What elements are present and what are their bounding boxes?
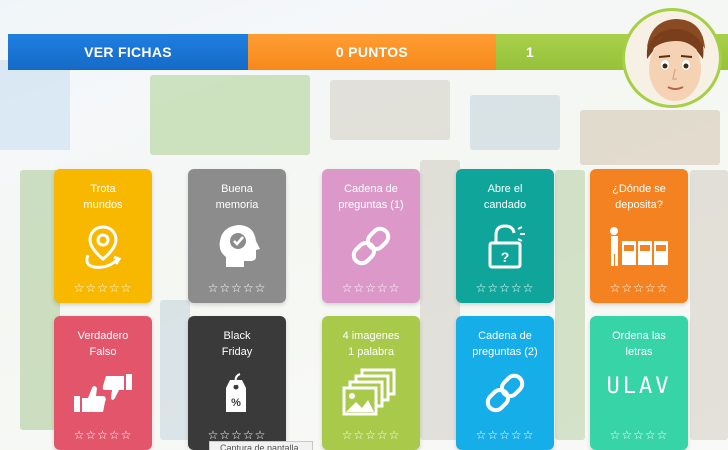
card-4-imagenes-1-palabra[interactable]: 4 imagenes 1 palabra ☆☆☆☆☆: [322, 316, 420, 450]
card-title: Cadena de preguntas (2): [472, 330, 538, 358]
card-title: Abre el candado: [483, 183, 527, 211]
card-title: Black Friday: [221, 330, 253, 358]
recycle-bins-icon: [610, 227, 668, 266]
rating-stars: ☆☆☆☆☆: [341, 281, 401, 295]
avatar[interactable]: [622, 8, 722, 108]
chain-link-icon: [351, 226, 391, 266]
card-title: 4 imagenes 1 palabra: [342, 330, 400, 358]
card-abre-el-candado[interactable]: Abre el candado ? ☆☆☆☆☆: [456, 169, 554, 303]
card-black-friday[interactable]: Black Friday % ☆☆☆☆☆: [188, 316, 286, 450]
card-title: Trota mundos: [83, 183, 123, 211]
card-trota-mundos[interactable]: Trota mundos ☆☆☆☆☆: [54, 169, 152, 303]
card-title: Cadena de preguntas (1): [338, 183, 404, 211]
card-title: Buena memoria: [215, 183, 259, 211]
card-cadena-preguntas-1[interactable]: Cadena de preguntas (1) ☆☆☆☆☆: [322, 169, 420, 303]
thumbs-up-down-icon: [74, 374, 132, 412]
padlock-icon: ?: [488, 224, 525, 269]
rating-stars: ☆☆☆☆☆: [609, 428, 669, 442]
svg-text:%: %: [231, 397, 241, 409]
map-pin-icon: [85, 225, 122, 269]
points-display: 0 PUNTOS: [248, 34, 496, 70]
card-verdadero-falso[interactable]: Verdadero Falso ☆☆☆☆☆: [54, 316, 152, 450]
card-title: ¿Dónde se deposita?: [612, 183, 666, 211]
price-tag-icon: %: [226, 373, 246, 412]
chain-link-icon: [485, 373, 525, 413]
rating-stars: ☆☆☆☆☆: [475, 428, 535, 442]
head-check-icon: [219, 225, 260, 267]
card-ordena-las-letras[interactable]: Ordena las letras ULAV ☆☆☆☆☆: [590, 316, 688, 450]
rating-stars: ☆☆☆☆☆: [73, 428, 133, 442]
card-cadena-preguntas-2[interactable]: Cadena de preguntas (2) ☆☆☆☆☆: [456, 316, 554, 450]
top-bar: VER FICHAS 0 PUNTOS 1: [8, 34, 728, 70]
rating-stars: ☆☆☆☆☆: [73, 281, 133, 295]
rating-stars: ☆☆☆☆☆: [609, 281, 669, 295]
card-title: Verdadero Falso: [77, 330, 129, 358]
rating-stars: ☆☆☆☆☆: [207, 281, 267, 295]
rating-stars: ☆☆☆☆☆: [207, 428, 267, 442]
images-stack-icon: [342, 368, 396, 416]
card-donde-se-deposita[interactable]: ¿Dónde se deposita? ☆☆☆☆☆: [590, 169, 688, 303]
card-buena-memoria[interactable]: Buena memoria ☆☆☆☆☆: [188, 169, 286, 303]
tooltip: Captura de pantalla: [209, 441, 313, 450]
view-cards-button[interactable]: VER FICHAS: [8, 34, 248, 70]
card-title: Ordena las letras: [612, 330, 666, 358]
rating-stars: ☆☆☆☆☆: [475, 281, 535, 295]
letters-icon: ULAV: [606, 374, 672, 399]
svg-text:?: ?: [501, 249, 510, 265]
water-area: [0, 60, 70, 150]
rating-stars: ☆☆☆☆☆: [341, 428, 401, 442]
